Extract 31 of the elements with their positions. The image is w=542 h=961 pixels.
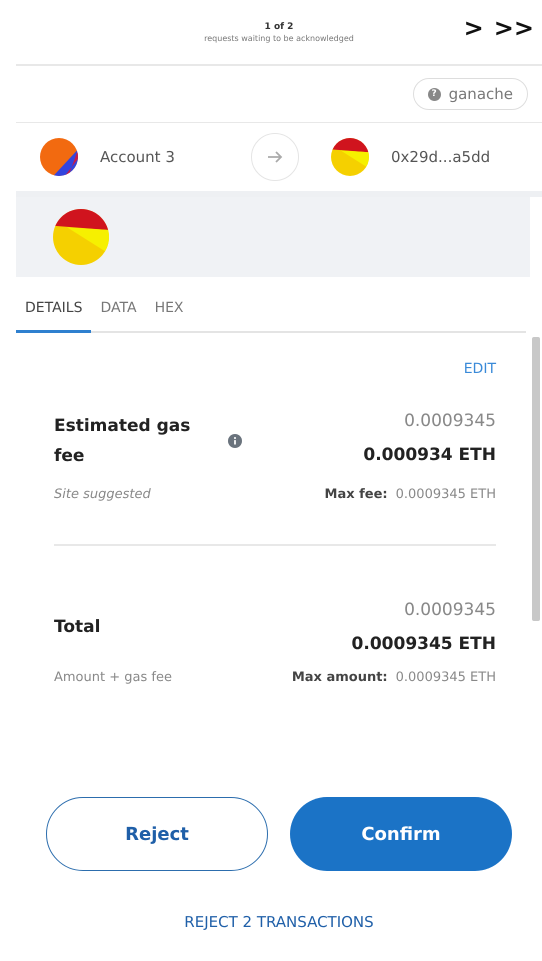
max-label: Max amount: — [292, 670, 388, 685]
fee-amount: 0.0009345 — [404, 411, 496, 431]
tab[interactable]: HEX — [146, 277, 193, 333]
recipient-address: 0x29d...a5dd — [391, 148, 490, 166]
requests-caption: requests waiting to be acknowledged — [204, 34, 354, 42]
fee-note: Amount + gas fee — [54, 670, 172, 685]
fee-total: 0.0009345 ETH — [352, 634, 496, 654]
tab[interactable]: DATA — [91, 277, 146, 333]
fee-label: Total — [54, 616, 102, 639]
reject-all-link[interactable]: REJECT 2 TRANSACTIONS — [184, 913, 374, 931]
fee-amount: 0.0009345 — [404, 600, 496, 620]
request-counter: 1 of 2 — [264, 22, 294, 32]
confirm-button[interactable]: Confirm — [290, 797, 512, 871]
edit-link[interactable]: EDIT — [464, 361, 496, 377]
tab[interactable]: DETAILS — [16, 277, 92, 333]
help-icon: ? — [428, 88, 441, 100]
last-button[interactable]: >> — [492, 14, 536, 42]
scrollbar[interactable] — [532, 337, 540, 621]
recipient-avatar — [331, 138, 369, 176]
sender-name: Account 3 — [100, 148, 175, 166]
next-button[interactable]: > — [462, 14, 486, 42]
account-avatar — [40, 138, 78, 176]
max-label: Max fee: — [324, 487, 388, 502]
fee-note: Site suggested — [54, 487, 151, 502]
network-pill[interactable]: ? ganache — [412, 78, 528, 110]
max-value: 0.0009345 ETH — [396, 670, 496, 685]
max-value: 0.0009345 ETH — [396, 487, 496, 502]
fee-label: Estimated gas fee — [54, 415, 192, 468]
network-name: ganache — [448, 85, 513, 103]
reject-button[interactable]: Reject — [46, 797, 268, 871]
fee-total: 0.000934 ETH — [363, 445, 496, 465]
